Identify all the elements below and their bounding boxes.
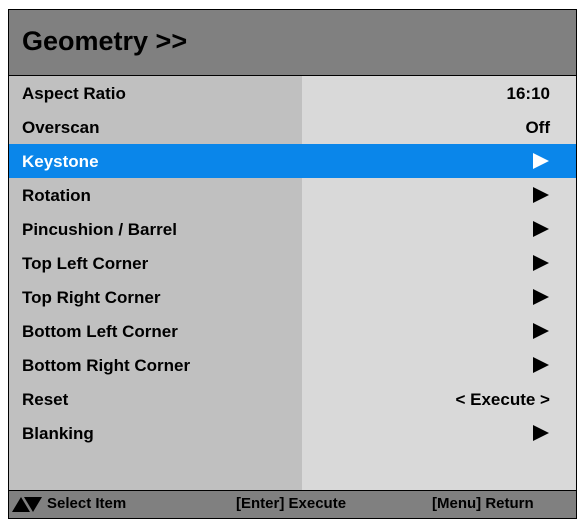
menu-item-value: 16:10 [506,84,550,103]
menu-item-top-left-corner[interactable]: Top Left Corner [9,246,576,280]
submenu-arrow-icon [533,357,549,373]
menu-item-label: Overscan [22,118,100,137]
footer-hints: Select Item [Enter] Execute [Menu] Retur… [9,490,576,518]
menu-item-aspect-ratio[interactable]: Aspect Ratio 16:10 [9,76,576,110]
menu-item-label: Top Left Corner [22,254,149,273]
menu-item-label: Bottom Left Corner [22,322,178,341]
menu-item-label: Bottom Right Corner [22,356,191,375]
menu-item-label: Top Right Corner [22,288,161,307]
menu-item-pincushion-barrel[interactable]: Pincushion / Barrel [9,212,576,246]
enter-execute-hint: [Enter] Execute [236,495,347,512]
menu-item-label: Keystone [22,152,99,171]
menu-item-reset[interactable]: Reset < Execute > [9,382,576,416]
menu-item-top-right-corner[interactable]: Top Right Corner [9,280,576,314]
menu-items: Aspect Ratio 16:10 Overscan Off Keystone… [9,76,576,450]
submenu-arrow-icon [533,255,549,271]
menu-item-value: Off [525,118,550,137]
osd-menu: Geometry >> Aspect Ratio 16:10 Overscan … [8,9,577,519]
menu-item-label: Blanking [22,424,94,443]
menu-title: Geometry >> [22,26,188,56]
submenu-arrow-icon [533,425,549,441]
submenu-arrow-icon [533,323,549,339]
menu-item-label: Reset [22,390,69,409]
submenu-arrow-icon [533,153,549,169]
menu-header: Geometry >> [9,10,576,76]
menu-item-label: Aspect Ratio [22,84,126,103]
menu-item-bottom-right-corner[interactable]: Bottom Right Corner [9,348,576,382]
menu-item-label: Pincushion / Barrel [22,220,177,239]
menu-item-bottom-left-corner[interactable]: Bottom Left Corner [9,314,576,348]
select-item-hint: Select Item [47,495,127,512]
submenu-arrow-icon [533,289,549,305]
menu-return-hint: [Menu] Return [432,495,534,512]
submenu-arrow-icon [533,221,549,237]
submenu-arrow-icon [533,187,549,203]
down-arrow-icon [24,497,42,512]
menu-item-value: < Execute > [455,390,550,409]
menu-item-blanking[interactable]: Blanking [9,416,576,450]
menu-item-rotation[interactable]: Rotation [9,178,576,212]
menu-item-overscan[interactable]: Overscan Off [9,110,576,144]
menu-item-label: Rotation [22,186,91,205]
menu-item-keystone[interactable]: Keystone [9,144,576,178]
